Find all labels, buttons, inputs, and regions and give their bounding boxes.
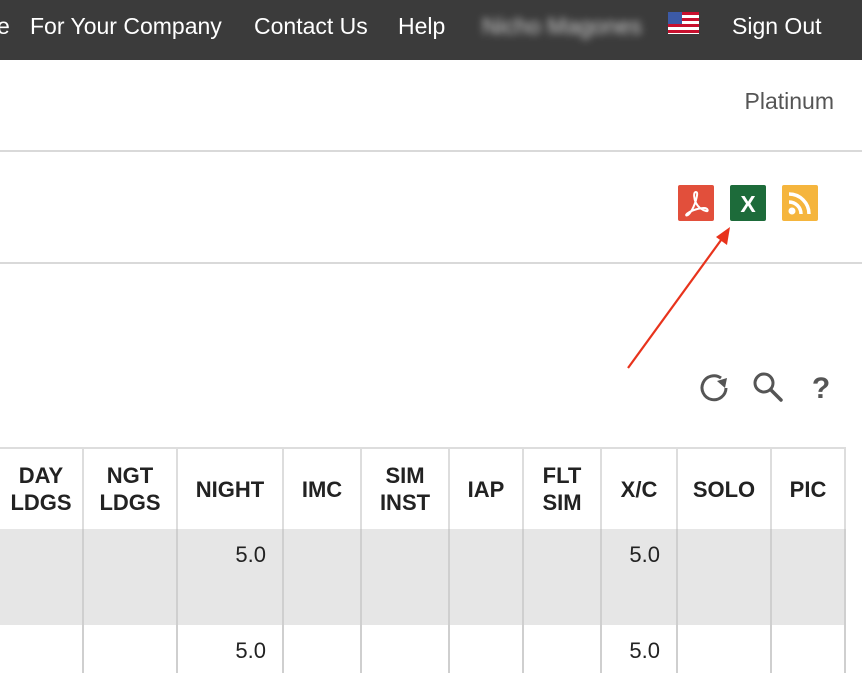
table-cell: 5.0 (177, 625, 284, 673)
table-cell (0, 577, 84, 625)
col-header-line: SOLO (692, 476, 756, 502)
table-cell (361, 625, 450, 673)
table-cell (0, 625, 84, 673)
table-cell (449, 577, 524, 625)
sign-out-link[interactable]: Sign Out (732, 0, 822, 52)
refresh-icon[interactable] (697, 370, 731, 404)
col-header-line: SIM (542, 490, 582, 515)
table-row[interactable]: 5.0 5.0 (0, 529, 846, 577)
logbook-table: DAY LDGS NGT LDGS NIGHT IMC SIM INST IAP FL… (0, 447, 846, 673)
excel-icon: X (740, 191, 756, 217)
col-header-line: IMC (301, 476, 343, 502)
col-header-line: IAP (467, 476, 505, 502)
col-header-line: NIGHT (195, 476, 265, 502)
col-header-line: LDGS (10, 490, 72, 515)
nav-item-for-your-company[interactable]: For Your Company (30, 0, 222, 52)
help-icon-glyph: ? (812, 372, 830, 404)
table-cell (0, 529, 84, 577)
nav-item-contact-us[interactable]: Contact Us (254, 0, 368, 52)
table-cell: 5.0 (601, 529, 678, 577)
divider (0, 150, 862, 152)
table-cell (83, 577, 178, 625)
pdf-export-button[interactable] (678, 185, 714, 221)
col-header-iap[interactable]: IAP (449, 447, 524, 529)
col-header-line: FLT (542, 463, 582, 488)
col-header-line: DAY (18, 463, 64, 488)
col-header-line: INST (379, 490, 431, 515)
rss-feed-button[interactable] (782, 185, 818, 221)
account-tier: Platinum (744, 88, 834, 114)
table-cell (677, 625, 772, 673)
col-header-solo[interactable]: SOLO (677, 447, 772, 529)
table-cell: 5.0 (601, 625, 678, 673)
help-icon[interactable]: ? (805, 370, 839, 405)
col-header-line: SIM (385, 463, 425, 488)
col-header-xc[interactable]: X/C (601, 447, 678, 529)
col-header-day-ldgs[interactable]: DAY LDGS (0, 447, 84, 529)
table-cell (83, 625, 178, 673)
table-cell (449, 529, 524, 577)
us-flag-icon[interactable] (668, 12, 699, 34)
table-cell (283, 529, 362, 577)
table-cell (449, 625, 524, 673)
col-header-line: NGT (106, 463, 154, 488)
table-cell (83, 529, 178, 577)
user-name[interactable]: Nicho Magones (482, 0, 642, 52)
col-header-ngt-ldgs[interactable]: NGT LDGS (83, 447, 178, 529)
col-header-imc[interactable]: IMC (283, 447, 362, 529)
divider (0, 262, 862, 264)
col-header-pic[interactable]: PIC (771, 447, 846, 529)
col-header-sim-inst[interactable]: SIM INST (361, 447, 450, 529)
table-row[interactable]: 5.0 5.0 (0, 625, 846, 673)
pdf-icon (685, 190, 709, 217)
search-icon[interactable] (751, 370, 785, 404)
table-cell (283, 577, 362, 625)
rss-icon (788, 192, 811, 215)
table-cell (523, 625, 602, 673)
table-cell (771, 577, 846, 625)
excel-icon-letter: X (740, 191, 756, 217)
table-header-row: DAY LDGS NGT LDGS NIGHT IMC SIM INST IAP FL… (0, 447, 846, 529)
nav-item-truncated[interactable]: e (0, 0, 10, 52)
table-cell (771, 529, 846, 577)
col-header-line: X/C (620, 476, 658, 502)
col-header-line: LDGS (99, 490, 161, 515)
top-nav-bar: e For Your Company Contact Us Help Nicho… (0, 0, 862, 60)
col-header-flt-sim[interactable]: FLT SIM (523, 447, 602, 529)
col-header-night[interactable]: NIGHT (177, 447, 284, 529)
table-cell (361, 577, 450, 625)
nav-item-help[interactable]: Help (398, 0, 445, 52)
table-cell (177, 577, 284, 625)
table-cell (601, 577, 678, 625)
table-cell (677, 577, 772, 625)
col-header-line: PIC (789, 476, 827, 502)
table-cell (361, 529, 450, 577)
table-cell: 5.0 (177, 529, 284, 577)
table-cell (523, 577, 602, 625)
table-cell (677, 529, 772, 577)
table-cell (523, 529, 602, 577)
table-cell (771, 625, 846, 673)
excel-export-button[interactable]: X (730, 185, 766, 221)
table-row[interactable] (0, 577, 846, 625)
table-cell (283, 625, 362, 673)
